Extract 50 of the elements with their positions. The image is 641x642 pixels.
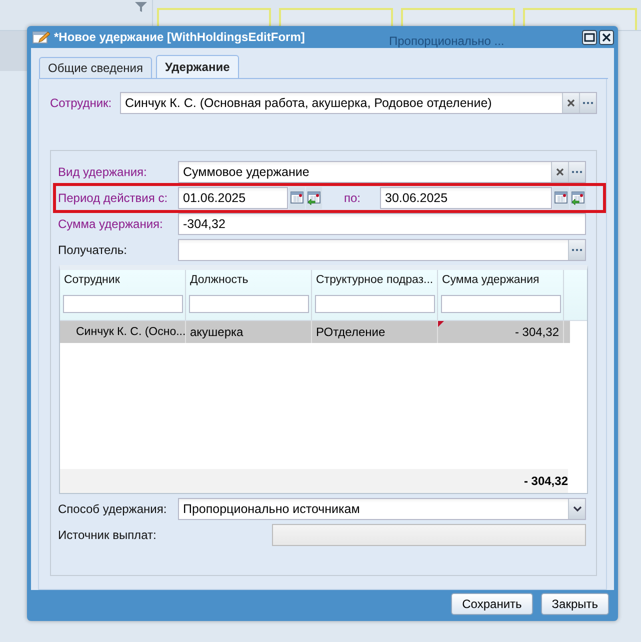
pencil-form-icon (32, 30, 50, 44)
calendar-icon[interactable] (290, 190, 304, 206)
table-cell: - 304,32 (514, 325, 559, 339)
calendar-icon[interactable] (554, 190, 568, 206)
select-button[interactable] (568, 240, 585, 260)
lookup-field[interactable]: Суммовое удержание (178, 161, 586, 183)
column-filter-field[interactable] (315, 295, 435, 313)
column-filter-field[interactable] (63, 295, 183, 313)
field-label: Способ удержания: (58, 502, 168, 516)
clear-button[interactable] (551, 162, 568, 182)
table-cell: Синчук К. С. (Осно... (76, 326, 186, 338)
dropdown-button[interactable] (568, 499, 585, 519)
column-filter-field[interactable] (441, 295, 561, 313)
table-row[interactable]: Синчук К. С. (Осно... акушерка РОтделение - 304,32 (60, 321, 570, 343)
field-label: по: (344, 191, 362, 205)
column-header[interactable]: Сумма удержания (442, 274, 540, 286)
field-label: Сумма удержания: (58, 217, 164, 231)
maximize-icon[interactable] (582, 30, 597, 44)
table-cell: РОтделение (316, 325, 386, 339)
lookup-field[interactable] (178, 239, 586, 261)
tab[interactable]: Общие сведения (39, 57, 152, 78)
field-label: Сотрудник: (50, 96, 113, 110)
select-button[interactable] (568, 162, 585, 182)
field-label: Источник выплат: (58, 528, 158, 542)
clear-icon (556, 168, 564, 176)
column-header[interactable]: Должность (190, 274, 248, 286)
date-field[interactable]: 30.06.2025 (380, 187, 552, 209)
select-button[interactable] (579, 93, 596, 113)
field-label: Вид удержания: (58, 165, 148, 179)
dialog-button[interactable]: Сохранить (451, 593, 533, 615)
column-header[interactable]: Сотрудник (64, 274, 120, 286)
chevron-down-icon (572, 506, 582, 512)
filter-icon[interactable] (134, 0, 148, 14)
field-label: Период действия с: (58, 191, 169, 205)
amount-field[interactable]: -304,32 (178, 213, 586, 235)
column-filter-field[interactable] (189, 295, 309, 313)
table-cell: акушерка (190, 325, 244, 339)
column-header[interactable]: Структурное подраз... (316, 274, 434, 286)
tab[interactable]: Удержание (156, 55, 239, 78)
clear-button[interactable] (562, 93, 579, 113)
employee-field[interactable]: Синчук К. С. (Основная работа, акушерка, Родовое отделение) (120, 92, 597, 114)
total-amount: - 304,32 (524, 474, 568, 488)
clear-icon (567, 99, 575, 107)
combo-field[interactable]: Пропорционально источникам (178, 498, 586, 520)
window-title: *Новое удержание [WithHoldingsEditForm] (54, 30, 305, 44)
close-icon[interactable] (599, 30, 614, 44)
date-field[interactable]: 01.06.2025 (178, 187, 288, 209)
field-label: Получатель: (58, 243, 128, 257)
background-cell-text: Пропорционально ... (389, 34, 504, 48)
dialog-button[interactable]: Закрыть (540, 593, 609, 615)
